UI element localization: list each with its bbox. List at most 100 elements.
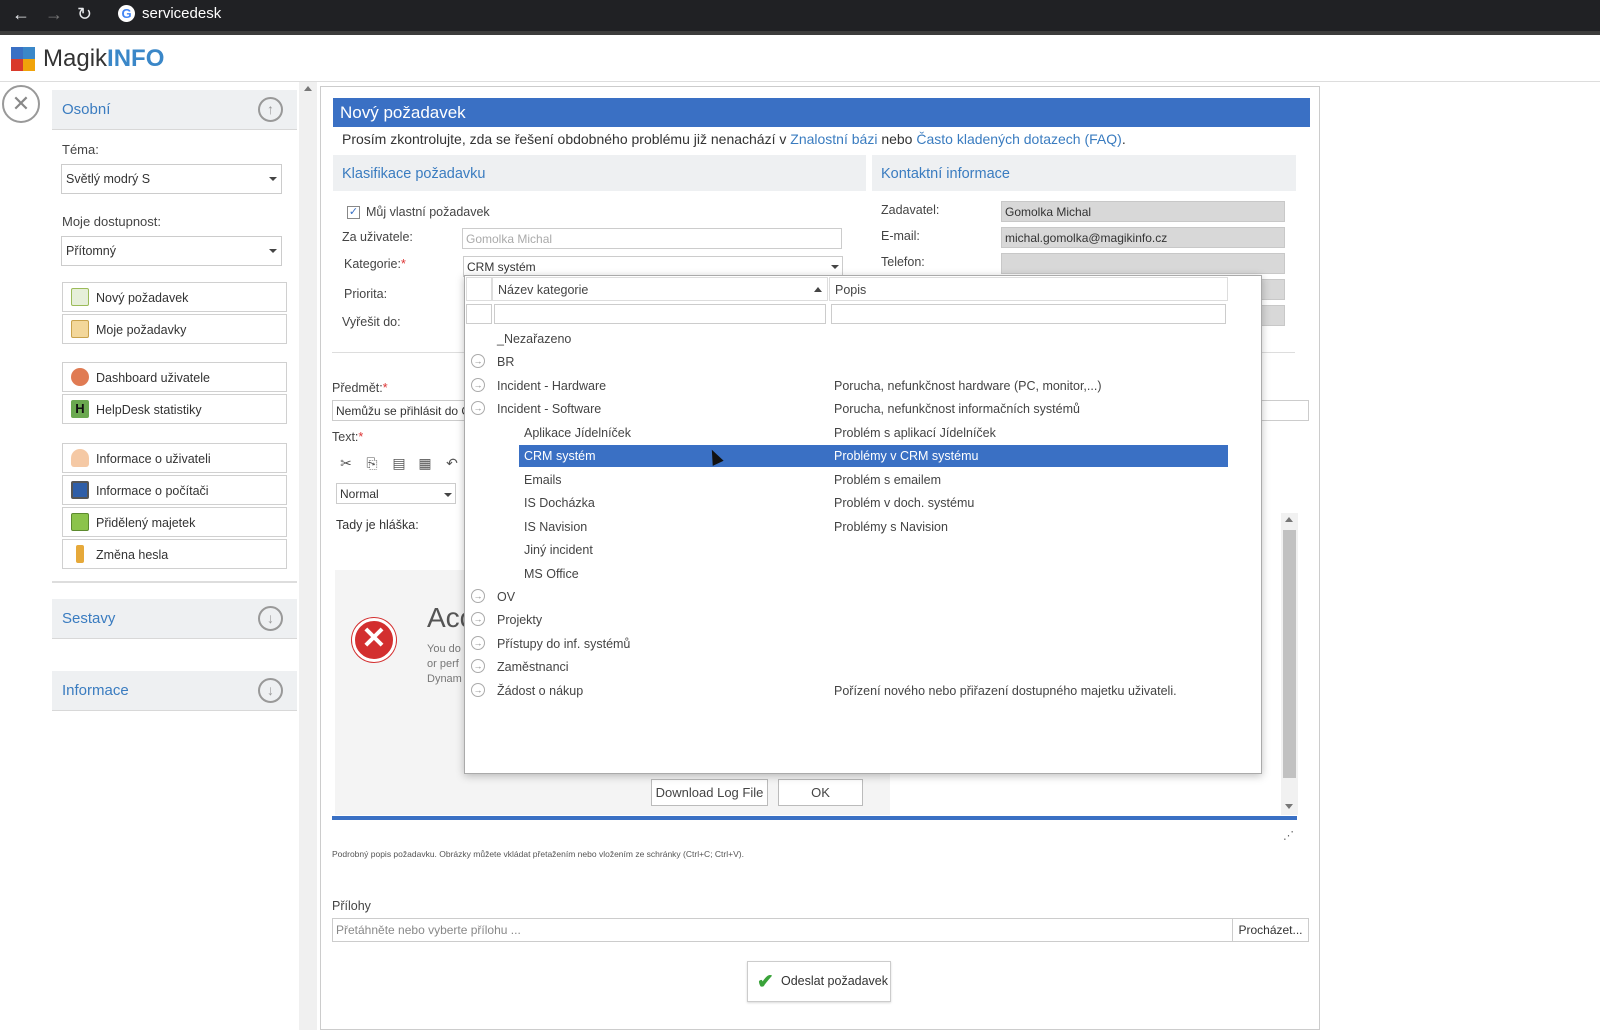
contact-title: Kontaktní informace (881, 166, 1010, 182)
scroll-down-icon[interactable] (1285, 804, 1293, 809)
expand-arrow-icon[interactable]: → (471, 659, 485, 674)
user-dashboard-label: Dashboard uživatele (96, 371, 210, 385)
category-description: Pořízení nového nebo přiřazení dostupnéh… (834, 683, 1177, 698)
theme-label: Téma: (62, 142, 99, 157)
availability-label: Moje dostupnost: (62, 214, 162, 229)
category-row[interactable]: Aplikace Jídelníček Problém s aplikací Jí… (466, 422, 1228, 444)
availability-select[interactable]: Přítomný (61, 236, 282, 266)
category-row[interactable]: Jiný incident (466, 539, 1228, 561)
category-row[interactable]: → Incident - Hardware Porucha, nefunkčnost… (466, 375, 1228, 397)
monitor-icon (71, 481, 89, 499)
expand-arrow-icon[interactable]: → (471, 682, 485, 697)
editor-hint: Podrobný popis požadavku. Obrázky můžete… (332, 849, 744, 859)
own-request-checkbox[interactable]: ✓ (347, 206, 360, 219)
expand-arrow-icon[interactable]: → (471, 401, 485, 416)
new-request-button[interactable]: Nový požadavek (62, 282, 287, 312)
page-title: Nový požadavek (333, 98, 1310, 127)
resize-handle-icon[interactable]: ⋰ (1283, 829, 1294, 842)
user-info-button[interactable]: Informace o uživateli (62, 443, 287, 473)
category-row[interactable]: → Přístupy do inf. systémů (466, 633, 1228, 655)
category-description: Problém s aplikací Jídelníček (834, 425, 996, 440)
paste-special-icon[interactable]: ▦ (415, 455, 435, 475)
knowledge-base-link[interactable]: Znalostní bázi (790, 131, 877, 147)
category-name: Jiný incident (524, 543, 593, 558)
phone-field[interactable] (1001, 253, 1285, 274)
classification-title: Klasifikace požadavku (342, 166, 486, 182)
category-row[interactable]: _Nezařazeno (466, 328, 1228, 350)
category-row[interactable]: → Žádost o nákup Pořízení nového nebo přiř… (466, 680, 1228, 702)
paste-icon[interactable]: ▤ (389, 455, 409, 475)
sidebar-scrollbar[interactable] (299, 82, 317, 1030)
filter-name-input[interactable] (494, 304, 826, 324)
format-select[interactable]: Normal (336, 483, 456, 504)
attachments-label: Přílohy (332, 899, 371, 913)
scroll-up-icon[interactable] (304, 86, 312, 91)
scroll-thumb[interactable] (1283, 530, 1296, 778)
submit-button[interactable]: ✔ Odeslat požadavek (747, 961, 891, 1002)
computer-info-button[interactable]: Informace o počítači (62, 475, 287, 505)
expand-arrow-icon[interactable]: → (471, 354, 485, 369)
filter-desc-input[interactable] (831, 304, 1226, 324)
section-info-header[interactable]: Informace ↓ (52, 671, 297, 711)
user-dashboard-button[interactable]: Dashboard uživatele (62, 362, 287, 392)
expand-down-icon[interactable]: ↓ (258, 606, 283, 631)
theme-select[interactable]: Světlý modrý S (61, 164, 282, 194)
reload-icon[interactable]: ↻ (77, 4, 92, 25)
category-row[interactable]: IS Navision Problémy s Navision (466, 516, 1228, 538)
assigned-assets-button[interactable]: Přidělený majetek (62, 507, 287, 537)
category-name: Zaměstnanci (497, 660, 569, 675)
section-personal-title: Osobní (62, 101, 111, 118)
back-icon[interactable]: ← (12, 4, 30, 25)
editor-scrollbar[interactable] (1281, 513, 1298, 815)
cut-icon[interactable]: ✂ (336, 455, 356, 475)
format-value: Normal (340, 487, 379, 501)
expand-down-icon[interactable]: ↓ (258, 678, 283, 703)
category-name: _Nezařazeno (497, 332, 572, 346)
forward-icon[interactable]: → (45, 4, 63, 25)
category-row[interactable]: IS Docházka Problém v doch. systému (466, 492, 1228, 514)
category-select[interactable]: CRM systém (463, 256, 843, 277)
classification-header: Klasifikace požadavku (333, 155, 866, 191)
copy-icon[interactable]: ⎘ (362, 455, 382, 475)
requester-field: Gomolka Michal (1001, 201, 1285, 222)
column-header-description[interactable]: Popis (829, 277, 1228, 301)
change-password-button[interactable]: Změna hesla (62, 539, 287, 569)
logo-text-magik: Magik (43, 45, 108, 72)
category-row[interactable]: → Incident - Software Porucha, nefunkčnost… (466, 398, 1228, 420)
category-row[interactable]: Emails Problém s emailem (466, 469, 1228, 491)
expand-arrow-icon[interactable]: → (471, 588, 485, 603)
category-row[interactable]: CRM systém Problémy v CRM systému (519, 445, 1228, 468)
expand-arrow-icon[interactable]: → (471, 377, 485, 392)
browse-button[interactable]: Procházet... (1232, 918, 1309, 942)
address-bar[interactable]: servicedesk (142, 5, 221, 22)
collapse-up-icon[interactable]: ↑ (258, 97, 283, 122)
attachments-dropzone[interactable]: Přetáhněte nebo vyberte přílohu ... (332, 918, 1233, 942)
column-name-label: Název kategorie (498, 283, 589, 297)
close-sidebar-icon[interactable]: ✕ (2, 85, 40, 123)
category-row[interactable]: → BR (466, 351, 1228, 373)
ok-button: OK (778, 779, 863, 806)
category-description: Porucha, nefunkčnost informačních systém… (834, 402, 1080, 417)
scroll-up-icon[interactable] (1285, 517, 1293, 522)
section-reports-header[interactable]: Sestavy ↓ (52, 599, 297, 639)
column-header-name[interactable]: Název kategorie (492, 277, 828, 301)
expand-arrow-icon[interactable]: → (471, 635, 485, 650)
section-personal-header[interactable]: Osobní ↑ (52, 90, 297, 130)
sidebar-divider (52, 581, 297, 583)
category-row[interactable]: → Zaměstnanci (466, 656, 1228, 678)
assigned-assets-label: Přidělený majetek (96, 516, 196, 530)
category-row[interactable]: → OV (466, 586, 1228, 608)
for-user-select[interactable]: Gomolka Michal (462, 228, 842, 249)
change-password-label: Změna hesla (96, 548, 169, 562)
email-field: michal.gomolka@magikinfo.cz (1001, 227, 1285, 248)
expand-arrow-icon[interactable]: → (471, 612, 485, 627)
folder-icon (71, 320, 89, 338)
helpdesk-stats-button[interactable]: H HelpDesk statistiky (62, 394, 287, 424)
category-row[interactable]: → Projekty (466, 609, 1228, 631)
my-requests-button[interactable]: Moje požadavky (62, 314, 287, 344)
category-row[interactable]: MS Office (466, 563, 1228, 585)
contact-header: Kontaktní informace (872, 155, 1296, 191)
error-line-1: You do (427, 643, 461, 655)
faq-link[interactable]: Často kladených dotazech (FAQ) (916, 131, 1121, 147)
undo-icon[interactable]: ↶ (442, 455, 462, 475)
